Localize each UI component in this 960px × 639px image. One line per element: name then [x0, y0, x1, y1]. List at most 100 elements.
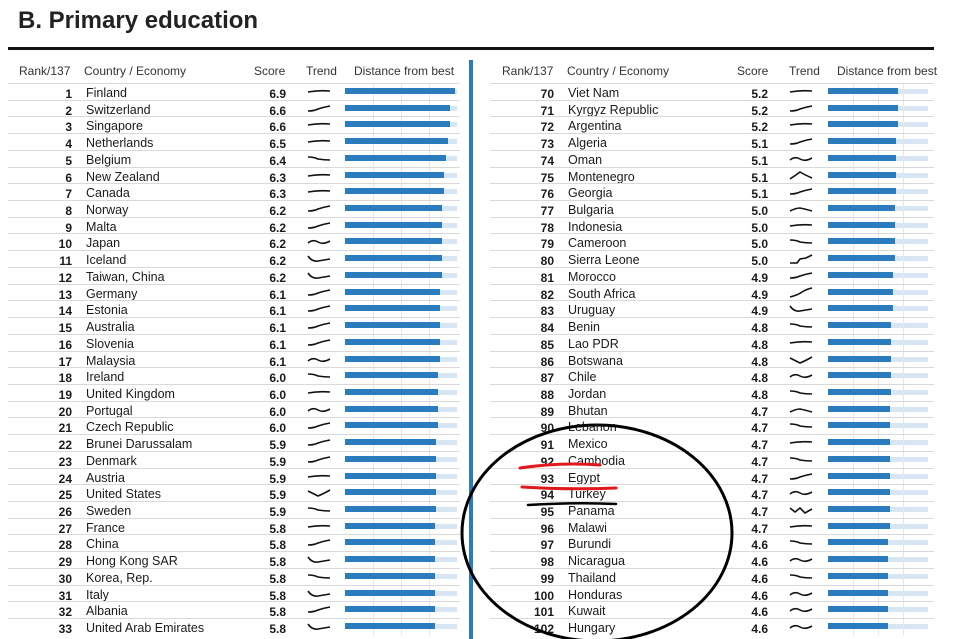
table-row: 91 Mexico 4.7 — [490, 434, 934, 452]
table-row: 81 Morocco 4.9 — [490, 266, 934, 285]
trend-sparkline — [789, 355, 813, 364]
distance-bar-fill — [828, 556, 888, 563]
trend-sparkline — [307, 524, 331, 528]
trend-sparkline — [307, 305, 331, 313]
table-row: 15 Australia 6.1 — [8, 317, 460, 335]
country-cell: Finland — [86, 86, 127, 100]
table-row: 101 Kuwait 4.6 — [490, 601, 934, 619]
trend-sparkline — [307, 339, 331, 346]
distance-bar — [828, 568, 928, 585]
trend-sparkline — [789, 123, 813, 127]
table-row: 93 Egypt 4.7 — [490, 467, 934, 486]
distance-bar — [345, 134, 457, 151]
table-row: 85 Lao PDR 4.8 — [490, 333, 934, 352]
distance-gridline — [903, 418, 904, 435]
table-row: 74 Oman 5.1 — [490, 149, 934, 168]
distance-bar-fill — [828, 623, 888, 630]
distance-bar — [828, 318, 928, 335]
distance-bar-fill — [828, 422, 890, 429]
distance-bar-fill — [828, 439, 890, 446]
trend-sparkline — [307, 240, 331, 245]
country-cell: Jordan — [568, 386, 607, 401]
distance-bar-fill — [345, 305, 441, 312]
table-row: 16 Slovenia 6.1 — [8, 333, 460, 352]
distance-bar-fill — [828, 138, 897, 145]
score-cell: 4.6 — [751, 622, 768, 637]
distance-bar — [345, 351, 457, 368]
distance-bar-fill — [345, 205, 443, 212]
table-row: 71 Kyrgyz Republic 5.2 — [490, 99, 934, 118]
country-cell: Netherlands — [86, 136, 154, 151]
table-row: 88 Jordan 4.8 — [490, 383, 934, 402]
country-cell: Georgia — [568, 186, 613, 201]
distance-bar-fill — [828, 88, 898, 94]
distance-bar-fill — [828, 539, 888, 546]
table-row: 2 Switzerland 6.6 — [8, 99, 460, 118]
distance-bar-fill — [828, 104, 898, 111]
table-row: 24 Austria 5.9 — [8, 467, 460, 486]
country-cell: Mexico — [568, 437, 608, 452]
distance-bar-fill — [345, 388, 439, 395]
table-row: 17 Malaysia 6.1 — [8, 350, 460, 369]
country-cell: Slovenia — [86, 336, 134, 351]
trend-sparkline — [307, 623, 331, 630]
distance-bar-fill — [345, 623, 435, 630]
distance-bar — [828, 234, 928, 251]
distance-bar — [345, 217, 457, 234]
country-cell: Germany — [86, 286, 138, 301]
distance-bar-fill — [828, 271, 893, 278]
distance-gridline — [903, 602, 904, 619]
distance-bar — [828, 535, 928, 552]
page-title: B. Primary education — [18, 7, 259, 34]
distance-gridline — [903, 568, 904, 585]
trend-sparkline — [789, 239, 813, 245]
trend-sparkline — [789, 390, 813, 395]
trend-sparkline — [789, 272, 813, 279]
trend-sparkline — [307, 104, 331, 112]
distance-bar-fill — [828, 506, 890, 512]
distance-bar — [345, 167, 457, 184]
distance-bar — [828, 518, 928, 535]
table-row: 87 Chile 4.8 — [490, 367, 934, 385]
distance-bar-fill — [828, 388, 892, 395]
distance-bar-fill — [345, 556, 435, 563]
distance-bar — [345, 435, 457, 452]
distance-bar-fill — [345, 255, 443, 262]
country-cell: Iceland — [86, 253, 127, 268]
distance-bar — [345, 318, 457, 335]
score-cell: 5.8 — [269, 622, 286, 637]
trend-sparkline — [307, 439, 331, 446]
distance-bar — [828, 585, 928, 602]
distance-gridline — [903, 234, 904, 251]
country-cell: Cameroon — [568, 236, 627, 251]
table-row: 98 Nicaragua 4.6 — [490, 551, 934, 569]
table-row: 23 Denmark 5.9 — [8, 450, 460, 469]
table-row: 27 France 5.8 — [8, 517, 460, 536]
trend-sparkline — [307, 272, 331, 279]
trend-sparkline — [307, 590, 331, 597]
trend-sparkline — [789, 524, 813, 528]
distance-bar-fill — [828, 606, 888, 613]
trend-sparkline — [789, 574, 813, 579]
country-cell: Burundi — [568, 537, 612, 552]
distance-gridline — [903, 468, 904, 485]
distance-bar — [345, 284, 457, 301]
table-row: 72 Argentina 5.2 — [490, 116, 934, 134]
distance-gridline — [903, 84, 904, 100]
table-row: 102 Hungary 4.6 — [490, 618, 934, 636]
country-cell: Bulgaria — [568, 203, 614, 218]
country-cell: Botswana — [568, 353, 623, 368]
trend-sparkline — [789, 89, 813, 93]
trend-sparkline — [789, 440, 813, 444]
trend-sparkline — [789, 286, 813, 298]
country-cell: Albania — [86, 604, 128, 619]
trend-sparkline — [789, 457, 813, 462]
table-row: 11 Iceland 6.2 — [8, 250, 460, 268]
table-row: 8 Norway 6.2 — [8, 200, 460, 218]
distance-gridline — [903, 117, 904, 134]
distance-bar-fill — [345, 154, 446, 161]
distance-bar — [828, 201, 928, 218]
distance-bar — [828, 217, 928, 234]
country-cell: Malawi — [568, 520, 607, 535]
distance-bar — [828, 368, 928, 385]
